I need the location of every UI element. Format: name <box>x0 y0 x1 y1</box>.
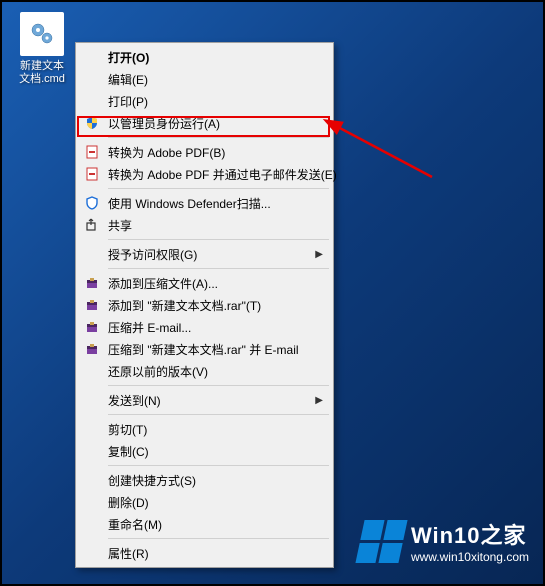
menu-print[interactable]: 打印(P) <box>78 90 331 112</box>
separator <box>108 239 329 240</box>
blank-icon <box>82 363 102 379</box>
separator <box>108 385 329 386</box>
menu-defender-scan[interactable]: 使用 Windows Defender扫描... <box>78 192 331 214</box>
defender-icon <box>82 195 102 211</box>
blank-icon <box>82 71 102 87</box>
winrar-icon <box>82 275 102 291</box>
blank-icon <box>82 392 102 408</box>
menu-convert-pdf-email[interactable]: 转换为 Adobe PDF 并通过电子邮件发送(E) <box>78 163 331 185</box>
menu-share[interactable]: 共享 <box>78 214 331 236</box>
menu-run-as-admin[interactable]: 以管理员身份运行(A) <box>78 112 331 134</box>
annotation-arrow <box>322 102 442 192</box>
submenu-arrow-icon: ▶ <box>315 249 323 260</box>
menu-compress-email[interactable]: 压缩并 E-mail... <box>78 316 331 338</box>
menu-compress-rar-email[interactable]: 压缩到 "新建文本文档.rar" 并 E-mail <box>78 338 331 360</box>
blank-icon <box>82 494 102 510</box>
menu-restore-versions[interactable]: 还原以前的版本(V) <box>78 360 331 382</box>
menu-grant-access[interactable]: 授予访问权限(G) ▶ <box>78 243 331 265</box>
watermark: Win10之家 www.win10xitong.com <box>360 518 529 564</box>
pdf-email-icon <box>82 166 102 182</box>
share-icon <box>82 217 102 233</box>
watermark-title: Win10之家 <box>411 518 529 550</box>
pdf-icon <box>82 144 102 160</box>
blank-icon <box>82 421 102 437</box>
menu-add-to-rar[interactable]: 添加到 "新建文本文档.rar"(T) <box>78 294 331 316</box>
menu-add-to-archive[interactable]: 添加到压缩文件(A)... <box>78 272 331 294</box>
shield-icon <box>82 115 102 131</box>
separator <box>108 465 329 466</box>
separator <box>108 414 329 415</box>
submenu-arrow-icon: ▶ <box>315 395 323 406</box>
separator <box>108 188 329 189</box>
blank-icon <box>82 93 102 109</box>
menu-send-to[interactable]: 发送到(N) ▶ <box>78 389 331 411</box>
blank-icon <box>82 472 102 488</box>
watermark-url: www.win10xitong.com <box>411 550 529 564</box>
context-menu: 打开(O) 编辑(E) 打印(P) 以管理员身份运行(A) 转换为 Adobe … <box>75 42 334 568</box>
windows-logo-icon <box>355 520 407 563</box>
blank-icon <box>82 49 102 65</box>
menu-create-shortcut[interactable]: 创建快捷方式(S) <box>78 469 331 491</box>
menu-open[interactable]: 打开(O) <box>78 46 331 68</box>
menu-rename[interactable]: 重命名(M) <box>78 513 331 535</box>
menu-cut[interactable]: 剪切(T) <box>78 418 331 440</box>
winrar-icon <box>82 319 102 335</box>
cmd-file-icon <box>20 12 64 56</box>
menu-copy[interactable]: 复制(C) <box>78 440 331 462</box>
blank-icon <box>82 443 102 459</box>
separator <box>108 538 329 539</box>
desktop-file-label: 新建文本文档.cmd <box>16 60 68 86</box>
menu-properties[interactable]: 属性(R) <box>78 542 331 564</box>
desktop-file[interactable]: 新建文本文档.cmd <box>16 12 68 86</box>
menu-edit[interactable]: 编辑(E) <box>78 68 331 90</box>
winrar-icon <box>82 341 102 357</box>
blank-icon <box>82 516 102 532</box>
menu-convert-pdf[interactable]: 转换为 Adobe PDF(B) <box>78 141 331 163</box>
winrar-icon <box>82 297 102 313</box>
blank-icon <box>82 246 102 262</box>
separator <box>108 268 329 269</box>
blank-icon <box>82 545 102 561</box>
menu-delete[interactable]: 删除(D) <box>78 491 331 513</box>
separator <box>108 137 329 138</box>
